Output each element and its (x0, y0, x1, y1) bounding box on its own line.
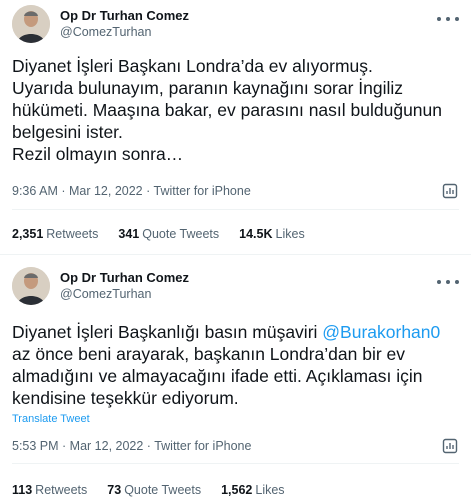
user-handle[interactable]: @ComezTurhan (60, 286, 189, 303)
avatar[interactable] (12, 5, 50, 43)
more-dots-icon[interactable] (437, 12, 459, 26)
display-name[interactable]: Op Dr Turhan Comez (60, 7, 189, 24)
tweet-2: Op Dr Turhan Comez @ComezTurhan Diyanet … (0, 255, 471, 500)
avatar[interactable] (12, 267, 50, 305)
tweet-text: Diyanet İşleri Başkanı Londra’da ev alıy… (12, 56, 442, 164)
tweet-text: Diyanet İşleri Başkanlığı basın müşaviri… (12, 321, 462, 409)
tweet-meta[interactable]: 9:36 AM · Mar 12, 2022 · Twitter for iPh… (12, 184, 251, 198)
quote-tweets-stat[interactable]: 341 Quote Tweets (118, 227, 219, 241)
mention-link[interactable]: @Burakorhan0 (322, 322, 440, 342)
tweet-1: Op Dr Turhan Comez @ComezTurhan Diyanet … (0, 0, 471, 254)
avatar-image (12, 5, 50, 43)
engagement-stats: 2,351 Retweets 341 Quote Tweets 14.5K Likes (12, 227, 325, 241)
analytics-icon[interactable] (441, 182, 459, 200)
retweets-stat[interactable]: 2,351 Retweets (12, 227, 98, 241)
translate-tweet-link[interactable]: Translate Tweet (12, 413, 90, 425)
likes-stat[interactable]: 1,562 Likes (221, 483, 284, 497)
display-name[interactable]: Op Dr Turhan Comez (60, 269, 189, 286)
retweets-stat[interactable]: 113 Retweets (12, 483, 87, 497)
tweet-text-part: Diyanet İşleri Başkanlığı basın müşaviri (12, 322, 323, 342)
likes-stat[interactable]: 14.5K Likes (239, 227, 305, 241)
divider (12, 209, 459, 210)
tweet-header: Op Dr Turhan Comez @ComezTurhan (12, 267, 189, 305)
engagement-stats: 113 Retweets 73 Quote Tweets 1,562 Likes (12, 483, 305, 497)
more-dots-icon[interactable] (437, 275, 459, 289)
analytics-icon[interactable] (441, 437, 459, 455)
tweet-header: Op Dr Turhan Comez @ComezTurhan (12, 5, 189, 43)
tweet-meta[interactable]: 5:53 PM · Mar 12, 2022 · Twitter for iPh… (12, 439, 251, 453)
quote-tweets-stat[interactable]: 73 Quote Tweets (107, 483, 201, 497)
user-handle[interactable]: @ComezTurhan (60, 24, 189, 41)
tweet-text-part: az önce beni arayarak, başkanın Londra’d… (12, 344, 423, 408)
avatar-image (12, 267, 50, 305)
divider (12, 463, 459, 464)
